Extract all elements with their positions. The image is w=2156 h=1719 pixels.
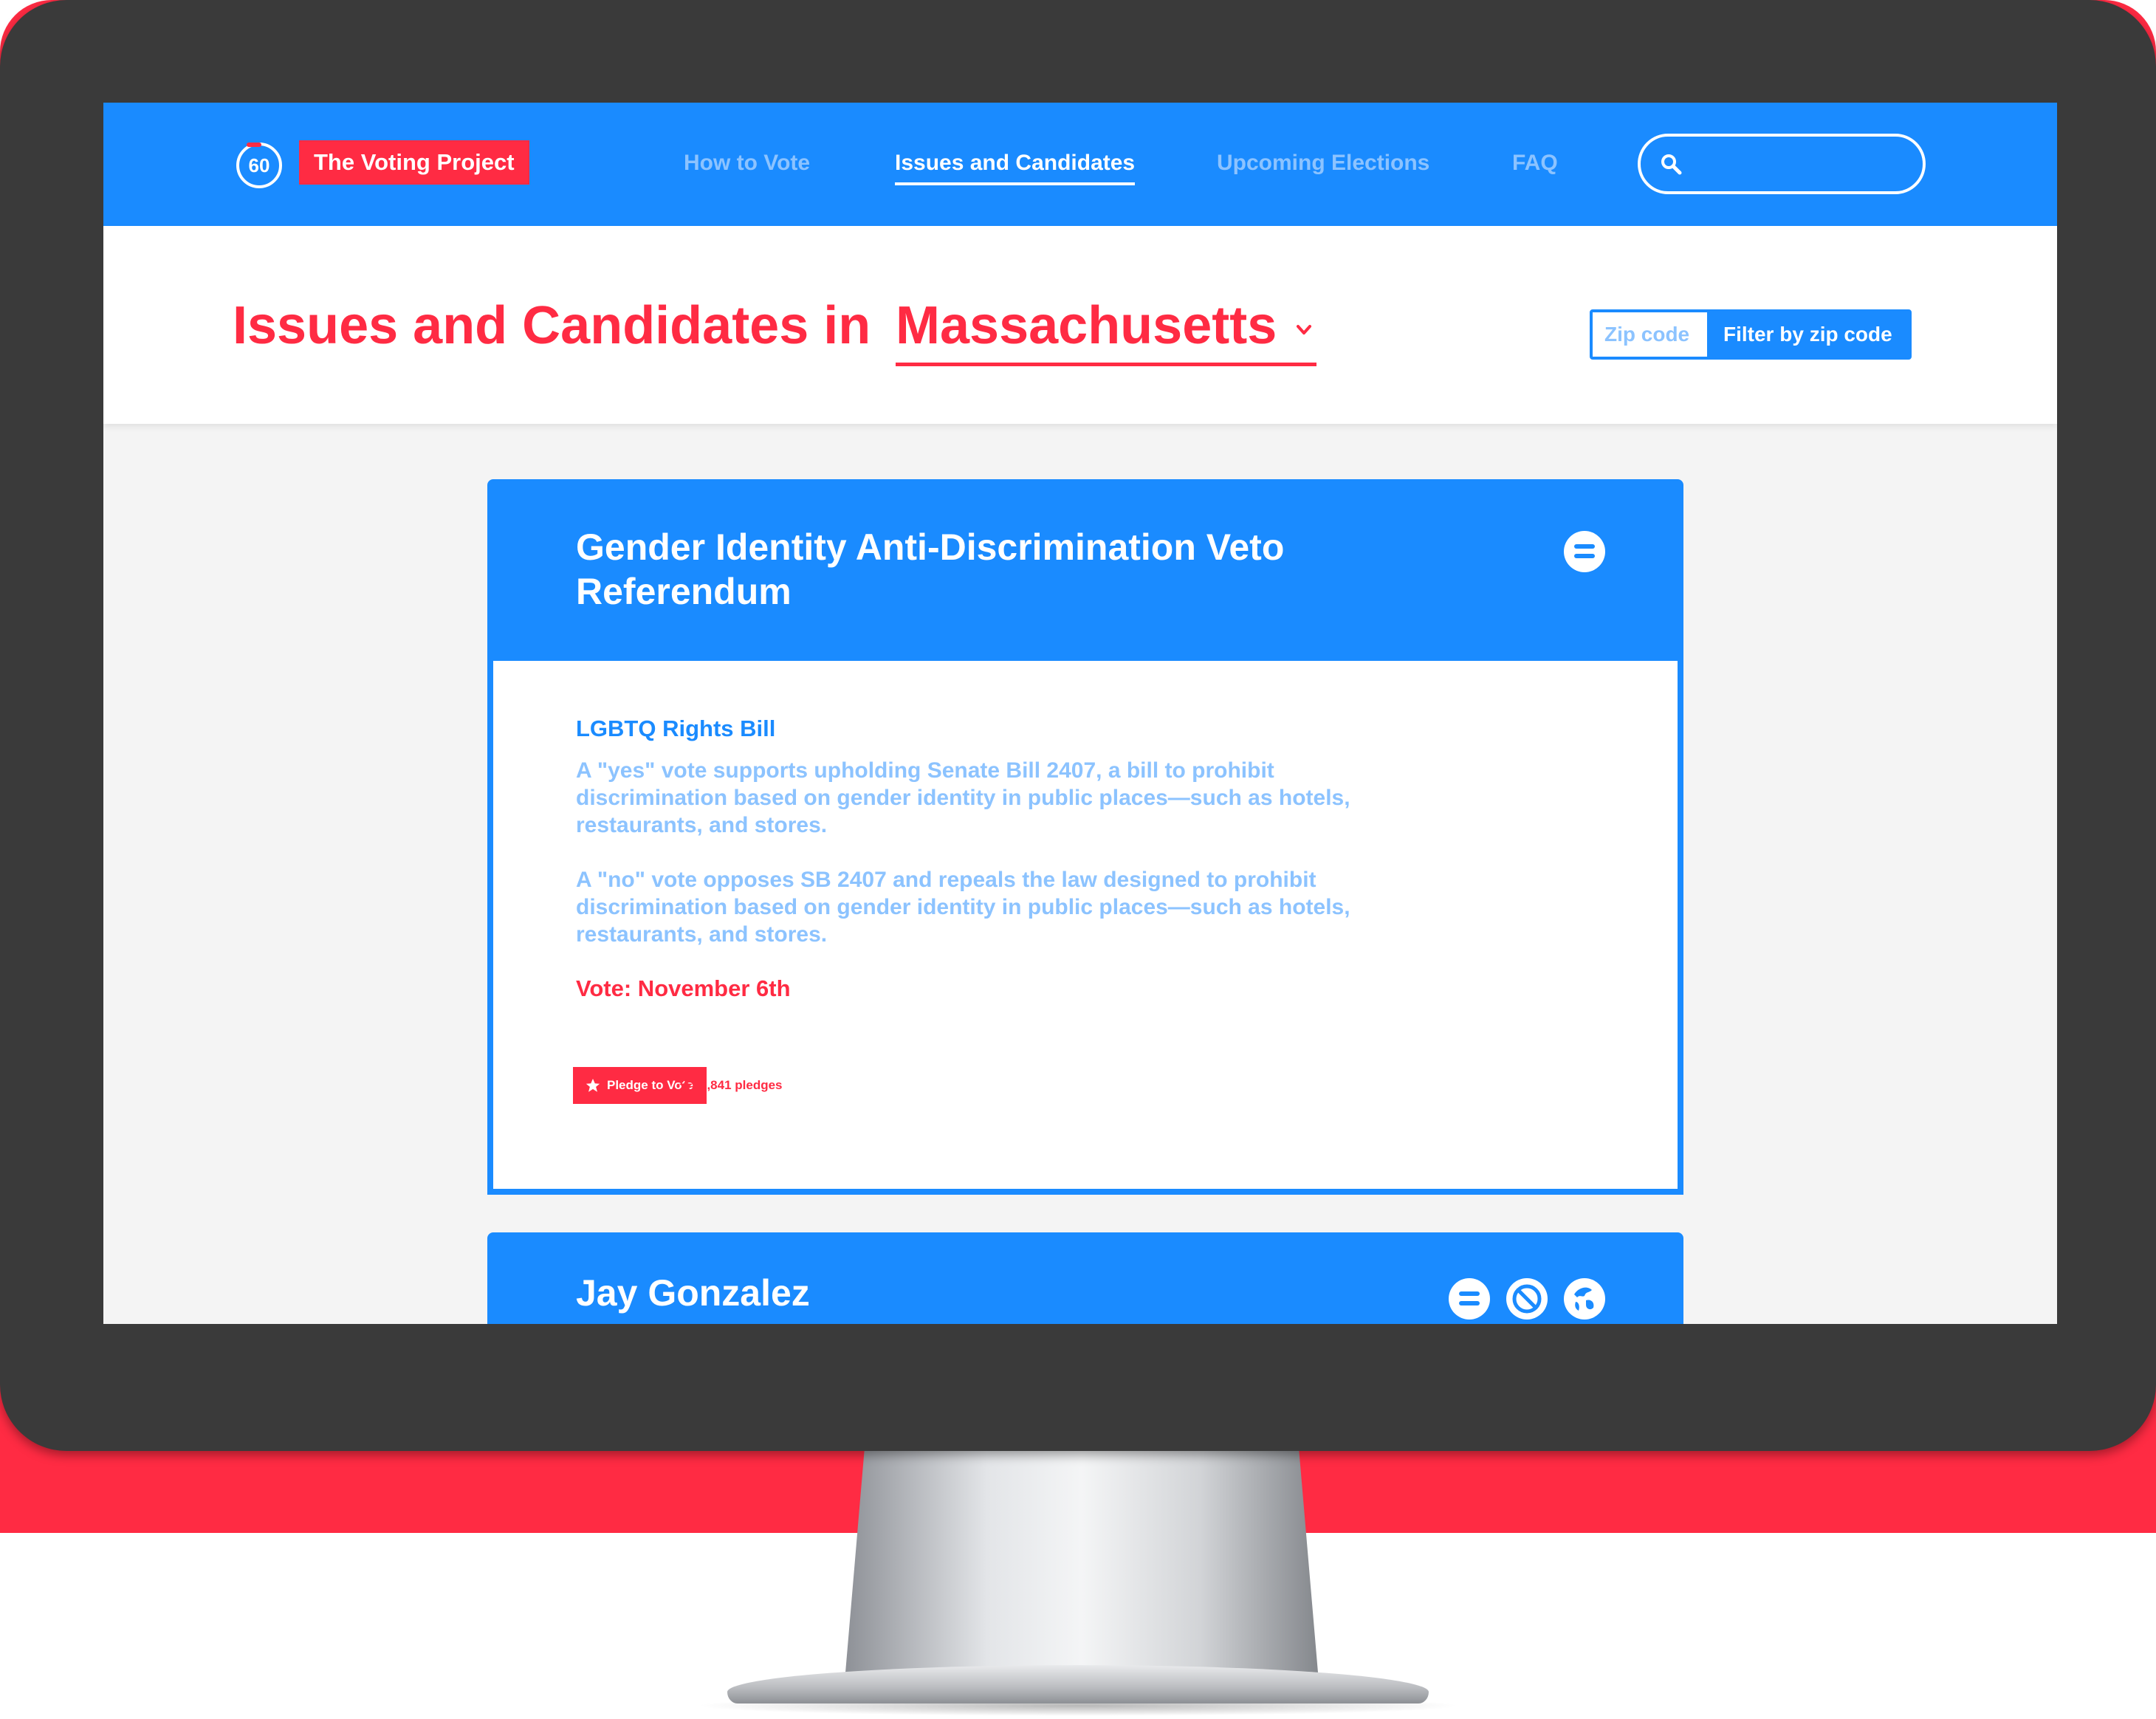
star-icon — [586, 1078, 600, 1092]
issue-subtitle: LGBTQ Rights Bill — [576, 716, 776, 741]
star-icon — [679, 1078, 693, 1092]
pledge-count-label: 2,841 pledges — [700, 1078, 783, 1092]
nav-faq[interactable]: FAQ — [1512, 148, 1558, 178]
collapse-icon-bar-bottom — [1574, 554, 1595, 558]
pledge-count: 2,841 pledges — [678, 1076, 783, 1095]
vote-date: Vote: November 6th — [576, 975, 791, 1001]
logo-arc — [247, 143, 261, 147]
top-navbar: 60 The Voting Project How to Vote Issues… — [103, 103, 2057, 226]
zip-filter: Filter by zip code — [1590, 309, 1912, 360]
logo-text: 60 — [248, 154, 270, 176]
monitor-stand-neck — [845, 1451, 1318, 1672]
collapse-icon-bar-top — [1574, 544, 1595, 549]
page-header: Issues and Candidates in Massachusetts F… — [103, 226, 2057, 424]
state-dropdown-value: Massachusetts — [896, 296, 1277, 355]
issue-card: Gender Identity Anti-Discrimination Veto… — [487, 479, 1683, 1195]
chevron-down-icon — [1297, 325, 1311, 334]
nav-upcoming-elections[interactable]: Upcoming Elections — [1217, 148, 1429, 178]
search-input[interactable] — [1638, 134, 1926, 194]
collapse-icon-bar-bottom — [1459, 1301, 1480, 1305]
nav-how-to-vote[interactable]: How to Vote — [684, 148, 810, 178]
nav-issues-and-candidates[interactable]: Issues and Candidates — [895, 148, 1136, 185]
search-icon — [1661, 154, 1682, 175]
monitor-mockup: 60 The Voting Project How to Vote Issues… — [0, 0, 2156, 1719]
no-vote-description: A "no" vote opposes SB 2407 and repeals … — [576, 868, 1350, 947]
collapse-icon-bar-top — [1459, 1291, 1480, 1296]
brand-name[interactable]: The Voting Project — [299, 140, 529, 185]
collapse-icon[interactable] — [1564, 531, 1605, 572]
issue-card-header[interactable]: Gender Identity Anti-Discrimination Veto… — [487, 479, 1683, 661]
filter-by-zip-button[interactable]: Filter by zip code — [1707, 312, 1909, 357]
yes-vote-description: A "yes" vote supports upholding Senate B… — [576, 758, 1350, 837]
screen: 60 The Voting Project How to Vote Issues… — [103, 103, 2057, 1324]
page-title: Issues and Candidates in — [233, 296, 871, 355]
globe-icon[interactable] — [1564, 1278, 1605, 1320]
issue-card-title: Gender Identity Anti-Discrimination Veto… — [576, 526, 1285, 612]
logo-icon[interactable]: 60 — [236, 143, 282, 188]
state-dropdown[interactable]: Massachusetts — [896, 292, 1316, 366]
issue-card-body: LGBTQ Rights Bill A "yes" vote supports … — [493, 661, 1678, 1189]
monitor-stand-base — [727, 1665, 1429, 1703]
zip-code-input[interactable] — [1593, 312, 1707, 357]
collapse-icon[interactable] — [1449, 1278, 1490, 1320]
candidate-card: Jay Gonzalez — [487, 1232, 1683, 1324]
candidate-name: Jay Gonzalez — [576, 1272, 810, 1314]
no-social-icon[interactable] — [1506, 1278, 1548, 1320]
